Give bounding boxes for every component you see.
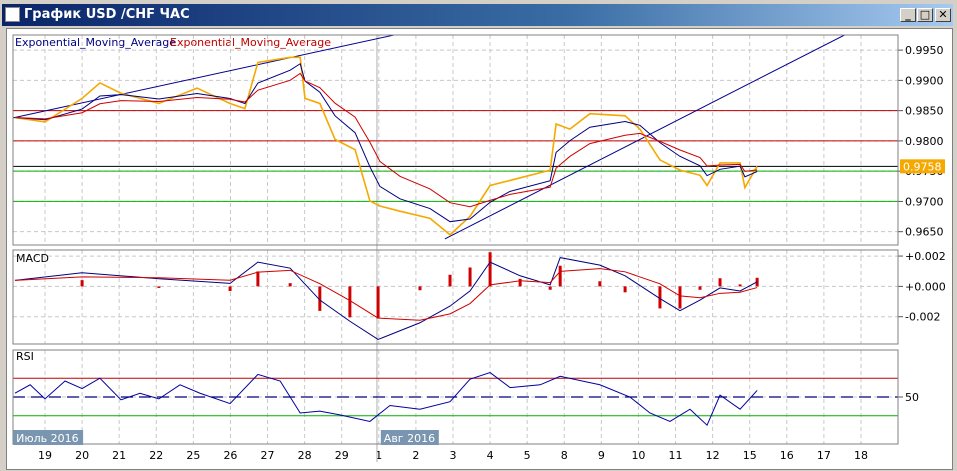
price-line (14, 56, 758, 236)
y-tick-label: 0.9950 (905, 44, 944, 57)
chart-window: График USD /CHF ЧАС _ □ ✕ Exponential_Mo… (0, 0, 957, 471)
y-tick-label: 0.9850 (905, 105, 944, 118)
x-tick-label: 21 (112, 449, 126, 462)
macd-panel-title: MACD (16, 252, 49, 265)
x-tick-label: 12 (706, 449, 720, 462)
x-tick-label: 29 (335, 449, 349, 462)
x-tick-label: 17 (817, 449, 831, 462)
x-tick-label: 5 (524, 449, 531, 462)
x-tick-label: 2 (412, 449, 419, 462)
x-tick-label: 26 (223, 449, 237, 462)
ema-line-1 (14, 62, 758, 223)
y-tick-label: 0.9900 (905, 74, 944, 87)
x-tick-label: 28 (298, 449, 312, 462)
x-tick-label: 1 (375, 449, 382, 462)
x-tick-label: 8 (561, 449, 568, 462)
y-tick-label: 0.9700 (905, 195, 944, 208)
legend-ema-1: Exponential_Moving_Average (15, 36, 176, 49)
y-tick-label: -0.002 (905, 311, 940, 324)
x-tick-label: 20 (75, 449, 89, 462)
x-tick-label: 25 (186, 449, 200, 462)
x-tick-label: 4 (487, 449, 494, 462)
y-tick-label: 0.9650 (905, 226, 944, 239)
x-tick-label: 27 (261, 449, 275, 462)
x-tick-label: 9 (598, 449, 605, 462)
x-tick-label: 22 (149, 449, 163, 462)
panel-border (12, 249, 899, 345)
rsi-panel-title: RSI (16, 350, 34, 363)
month-label: Авг 2016 (384, 432, 435, 445)
y-tick-label: 0.9800 (905, 135, 944, 148)
current-price-label: 0.9758 (903, 160, 942, 173)
x-tick-label: 15 (743, 449, 757, 462)
y-tick-label: +0.000 (905, 280, 946, 293)
panel-border (12, 34, 899, 246)
legend-ema-2: Exponential_Moving_Average (170, 36, 331, 49)
macd-line (14, 257, 758, 341)
month-label: Июль 2016 (16, 432, 79, 445)
y-tick-label: +0.002 (905, 250, 946, 263)
rsi-line (14, 372, 758, 427)
x-tick-label: 3 (449, 449, 456, 462)
chart-canvas[interactable]: Exponential_Moving_Average Exponential_M… (0, 0, 957, 471)
x-tick-label: 19 (38, 449, 52, 462)
x-tick-label: 16 (780, 449, 794, 462)
y-tick-label: 50 (905, 391, 919, 404)
x-tick-label: 10 (631, 449, 645, 462)
x-tick-label: 11 (669, 449, 683, 462)
x-tick-label: 18 (854, 449, 868, 462)
